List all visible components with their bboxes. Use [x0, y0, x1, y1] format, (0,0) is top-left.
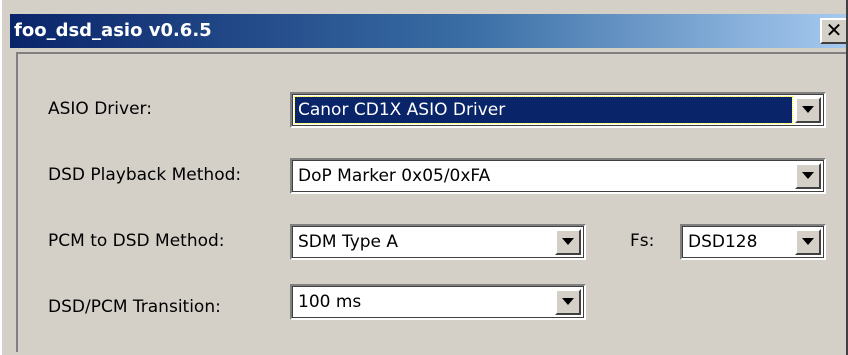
asio-driver-label: ASIO Driver:: [48, 99, 152, 119]
fs-value: DSD128: [688, 232, 758, 252]
chevron-down-icon: [802, 238, 814, 245]
dsd-playback-method-dropdown[interactable]: DoP Marker 0x05/0xFA: [290, 158, 826, 194]
fs-dropdown-button[interactable]: [795, 229, 821, 255]
pcm-to-dsd-method-value: SDM Type A: [298, 232, 399, 252]
dsd-pcm-transition-label: DSD/PCM Transition:: [48, 297, 221, 317]
fs-dropdown[interactable]: DSD128: [680, 224, 826, 260]
dsd-playback-method-label: DSD Playback Method:: [48, 165, 242, 185]
close-icon: ✕: [825, 18, 843, 42]
dsd-pcm-transition-value: 100 ms: [298, 292, 362, 312]
asio-driver-dropdown-button[interactable]: [795, 97, 821, 123]
asio-driver-dropdown[interactable]: Canor CD1X ASIO Driver: [290, 92, 826, 128]
close-button[interactable]: ✕: [820, 18, 846, 44]
pcm-to-dsd-method-dropdown[interactable]: SDM Type A: [290, 224, 586, 260]
chevron-down-icon: [562, 238, 574, 245]
pcm-to-dsd-method-label: PCM to DSD Method:: [48, 231, 225, 251]
dsd-pcm-transition-dropdown-button[interactable]: [555, 289, 581, 315]
chevron-down-icon: [802, 106, 814, 113]
pcm-to-dsd-method-dropdown-button[interactable]: [555, 229, 581, 255]
settings-panel: ASIO Driver: Canor CD1X ASIO Driver DSD …: [16, 52, 846, 352]
dsd-playback-method-dropdown-button[interactable]: [795, 163, 821, 189]
window-title: foo_dsd_asio v0.6.5: [14, 20, 212, 41]
title-bar[interactable]: foo_dsd_asio v0.6.5 ✕: [10, 14, 846, 48]
chevron-down-icon: [802, 172, 814, 179]
dsd-playback-method-value: DoP Marker 0x05/0xFA: [298, 166, 491, 186]
dialog-window: foo_dsd_asio v0.6.5 ✕ ASIO Driver: Canor…: [0, 0, 848, 355]
dsd-pcm-transition-dropdown[interactable]: 100 ms: [290, 284, 586, 320]
asio-driver-value: Canor CD1X ASIO Driver: [294, 96, 793, 124]
chevron-down-icon: [562, 298, 574, 305]
fs-label: Fs:: [630, 231, 655, 251]
